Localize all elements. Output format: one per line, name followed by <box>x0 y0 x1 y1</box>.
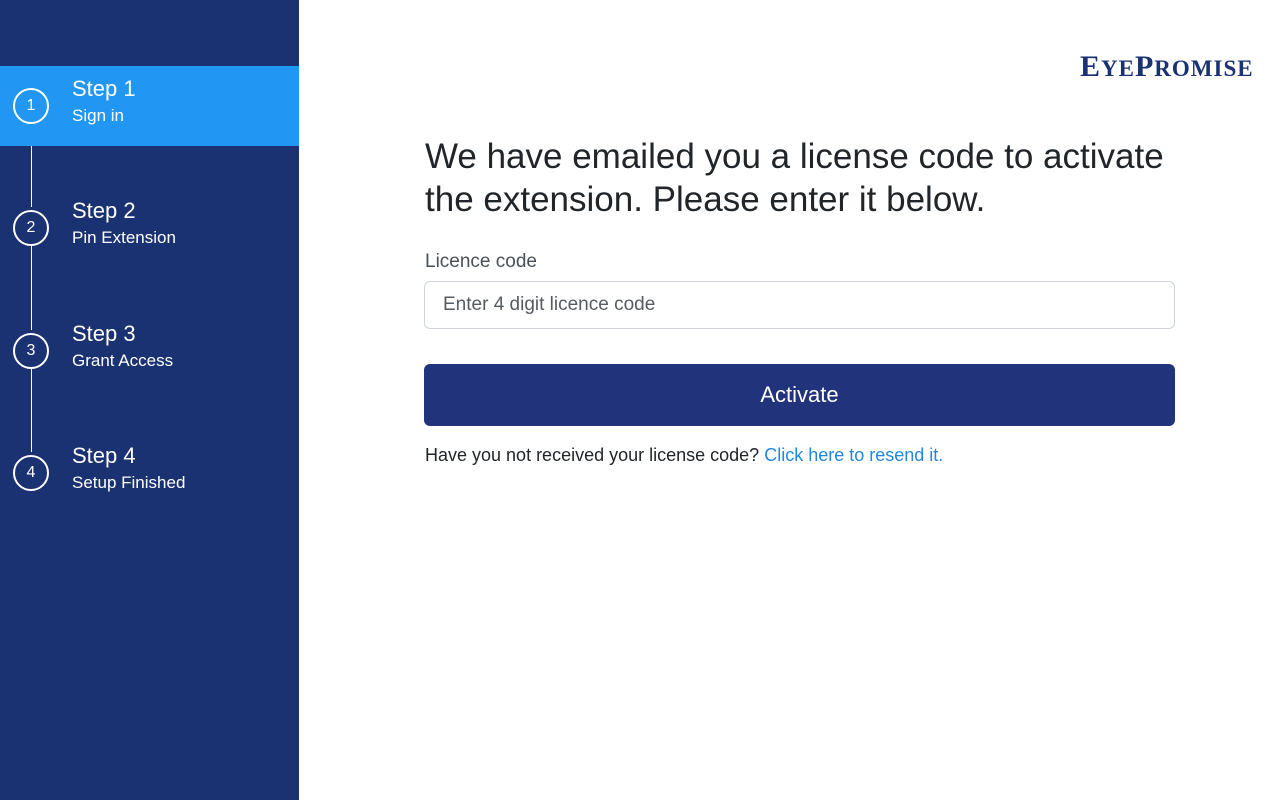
resend-row: Have you not received your license code?… <box>425 444 943 466</box>
step-number-circle: 1 <box>13 88 49 124</box>
sidebar-item-step-3[interactable]: 3 Step 3 Grant Access <box>0 311 299 391</box>
licence-code-input[interactable] <box>424 281 1175 329</box>
step-number-circle: 4 <box>13 455 49 491</box>
instruction-heading: We have emailed you a license code to ac… <box>425 137 1164 219</box>
step-number-circle: 2 <box>13 210 49 246</box>
sidebar-item-step-1[interactable]: 1 Step 1 Sign in <box>0 66 299 146</box>
resend-link[interactable]: Click here to resend it. <box>764 445 943 465</box>
licence-code-label: Licence code <box>425 251 537 272</box>
step-subtitle: Pin Extension <box>72 228 176 247</box>
eyepromise-logo: EYEPROMISE <box>1080 50 1254 83</box>
step-subtitle: Setup Finished <box>72 473 186 492</box>
step-title: Step 3 <box>72 321 136 346</box>
step-subtitle: Sign in <box>72 106 124 125</box>
sidebar-item-step-4[interactable]: 4 Step 4 Setup Finished <box>0 433 299 513</box>
step-number-circle: 3 <box>13 333 49 369</box>
steps-sidebar: 1 Step 1 Sign in 2 Step 2 Pin Extension … <box>0 0 299 800</box>
sidebar-item-step-2[interactable]: 2 Step 2 Pin Extension <box>0 188 299 268</box>
step-title: Step 4 <box>72 443 136 468</box>
activate-button[interactable]: Activate <box>424 364 1175 426</box>
step-title: Step 1 <box>72 76 136 101</box>
resend-prompt: Have you not received your license code? <box>425 445 760 465</box>
step-title: Step 2 <box>72 198 136 223</box>
step-subtitle: Grant Access <box>72 351 174 370</box>
